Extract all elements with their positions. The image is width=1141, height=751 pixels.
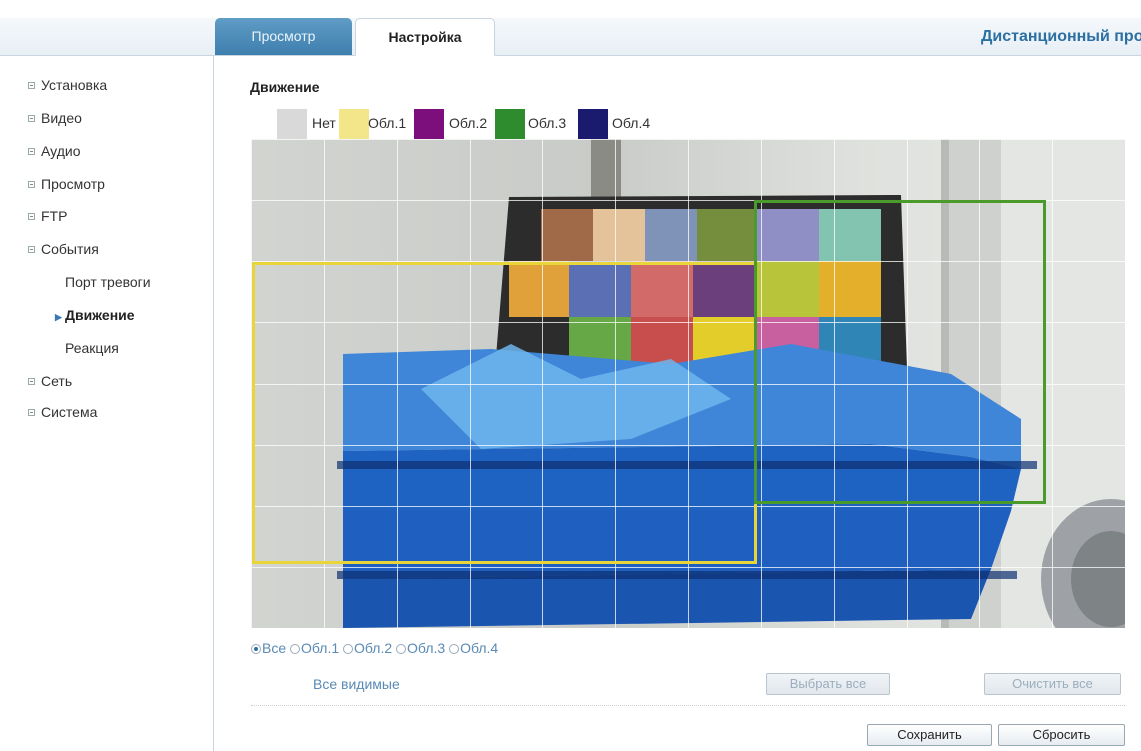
expand-icon [28, 181, 35, 188]
radio-area1[interactable]: Обл.1 [290, 640, 339, 656]
radio-area3[interactable]: Обл.3 [396, 640, 445, 656]
expand-icon [28, 213, 35, 220]
radio-label: Обл.2 [354, 640, 393, 656]
sidebar-item-ftp[interactable]: FTP [28, 208, 67, 224]
radio-button-icon [449, 644, 460, 654]
legend-swatch-area1[interactable] [339, 109, 369, 139]
sidebar-item-audio[interactable]: Аудио [28, 143, 81, 159]
video-preview[interactable] [251, 139, 1125, 628]
sidebar-item-label: Система [41, 404, 98, 420]
tab-view[interactable]: Просмотр [215, 18, 352, 55]
area-filter: Все Обл.1 Обл.2 Обл.3 Обл.4 [251, 640, 498, 656]
sidebar-item-system[interactable]: Система [28, 404, 97, 420]
select-all-button[interactable]: Выбрать все [766, 673, 890, 695]
expand-icon [28, 148, 35, 155]
save-button[interactable]: Сохранить [867, 724, 992, 746]
motion-zone-area1[interactable] [252, 262, 757, 564]
legend-label-area1: Обл.1 [368, 115, 407, 131]
legend-label-area2: Обл.2 [449, 115, 488, 131]
sidebar-item-network[interactable]: Сеть [28, 373, 72, 389]
motion-zone-area3[interactable] [754, 200, 1046, 504]
expand-icon [28, 378, 35, 385]
radio-button-icon [396, 644, 407, 654]
sidebar-item-label: Просмотр [41, 176, 105, 192]
sidebar-item-label: События [41, 241, 99, 257]
sidebar: Установка Видео Аудио Просмотр FTP Событ… [0, 56, 214, 751]
sidebar-item-setup[interactable]: Установка [28, 77, 107, 93]
app-title: Дистанционный про [981, 28, 1141, 45]
collapse-icon [28, 246, 35, 253]
radio-button-icon [343, 644, 354, 654]
legend-swatch-area4[interactable] [578, 109, 608, 139]
legend-label-area3: Обл.3 [528, 115, 567, 131]
sidebar-item-label: Сеть [41, 373, 73, 389]
sidebar-subitem-reaction[interactable]: Реакция [65, 340, 119, 356]
sidebar-item-label: Видео [41, 110, 82, 126]
sidebar-subitem-alarm-port[interactable]: Порт тревоги [65, 274, 151, 290]
visible-all-label: Все видимые [313, 676, 400, 692]
legend-label-area4: Обл.4 [612, 115, 651, 131]
divider [251, 705, 1125, 706]
page-title: Движение [250, 79, 320, 95]
radio-label: Обл.1 [301, 640, 340, 656]
active-arrow-icon: ▶ [55, 312, 62, 322]
radio-all[interactable]: Все [251, 640, 286, 656]
radio-label: Обл.3 [407, 640, 446, 656]
radio-label: Все [262, 640, 287, 656]
radio-area4[interactable]: Обл.4 [449, 640, 498, 656]
expand-icon [28, 82, 35, 89]
header-band [0, 18, 1141, 56]
sidebar-item-label: Установка [41, 77, 108, 93]
sidebar-item-view[interactable]: Просмотр [28, 176, 105, 192]
radio-label: Обл.4 [460, 640, 499, 656]
sidebar-subitem-motion[interactable]: ▶ Движение [55, 307, 135, 323]
top-header: Просмотр Настройка Дистанционный про [0, 0, 1141, 57]
legend-swatch-none[interactable] [277, 109, 307, 139]
radio-button-icon [251, 644, 261, 654]
reset-button[interactable]: Сбросить [998, 724, 1125, 746]
legend-label-none: Нет [312, 115, 336, 131]
sidebar-item-label: Аудио [41, 143, 81, 159]
legend-swatch-area2[interactable] [414, 109, 444, 139]
sidebar-subitem-label: Движение [65, 307, 135, 323]
tab-setup[interactable]: Настройка [355, 18, 495, 56]
expand-icon [28, 115, 35, 122]
sidebar-item-label: FTP [41, 208, 68, 224]
radio-button-icon [290, 644, 301, 654]
sidebar-item-events[interactable]: События [28, 241, 99, 257]
expand-icon [28, 409, 35, 416]
sidebar-item-video[interactable]: Видео [28, 110, 82, 126]
radio-area2[interactable]: Обл.2 [343, 640, 392, 656]
clear-all-button[interactable]: Очистить все [984, 673, 1121, 695]
legend-swatch-area3[interactable] [495, 109, 525, 139]
